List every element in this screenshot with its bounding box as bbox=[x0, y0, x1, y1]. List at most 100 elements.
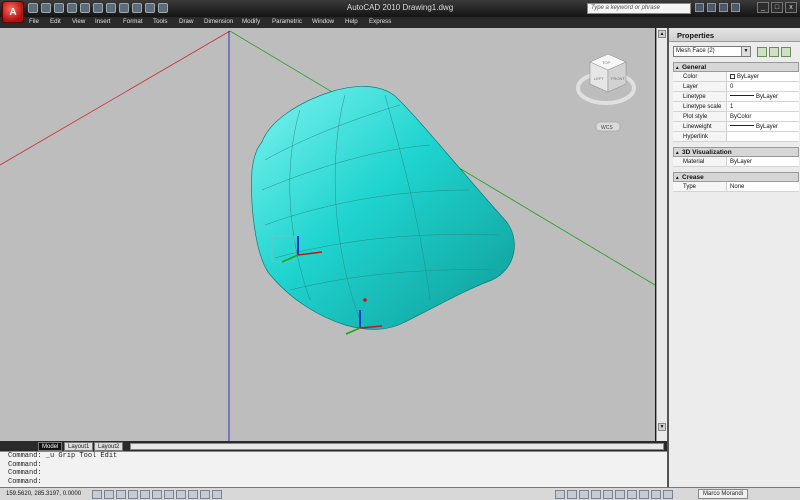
menu-parametric[interactable]: Parametric bbox=[272, 18, 302, 25]
quick-select-icon[interactable] bbox=[781, 47, 791, 57]
property-value[interactable] bbox=[727, 132, 730, 141]
menu-draw[interactable]: Draw bbox=[179, 18, 193, 25]
property-value[interactable]: 0 bbox=[727, 82, 733, 91]
help-icon[interactable] bbox=[731, 3, 740, 12]
coordinate-readout[interactable]: 159.5620, 285.3197, 0.0000 bbox=[6, 491, 81, 497]
model-icon[interactable] bbox=[555, 490, 565, 499]
model-space-canvas[interactable]: TOP LEFT FRONT WCS bbox=[0, 28, 655, 441]
property-row-hyperlink[interactable]: Hyperlink bbox=[673, 132, 799, 142]
undo-icon[interactable] bbox=[67, 3, 77, 13]
vertical-scrollbar[interactable]: ▲ ▼ bbox=[656, 28, 667, 441]
property-value[interactable]: ByLayer bbox=[727, 72, 759, 81]
object-type-dropdown[interactable]: Mesh Face (2) ▼ bbox=[673, 46, 751, 57]
tab-layout2[interactable]: Layout2 bbox=[94, 442, 124, 451]
menu-format[interactable]: Format bbox=[123, 18, 143, 25]
user-profile-label[interactable]: Marco Morandi bbox=[698, 489, 749, 499]
ortho-icon[interactable] bbox=[116, 490, 126, 499]
polar-icon[interactable] bbox=[128, 490, 138, 499]
snap-icon[interactable] bbox=[92, 490, 102, 499]
open-folder-icon[interactable] bbox=[41, 3, 51, 13]
search-input[interactable]: Type a keyword or phrase bbox=[587, 3, 691, 14]
section-crease-header[interactable]: ▴ Crease bbox=[673, 172, 799, 182]
osnap-icon[interactable] bbox=[140, 490, 150, 499]
property-row-color[interactable]: Color ByLayer bbox=[673, 72, 799, 82]
menu-file[interactable]: File bbox=[29, 18, 39, 25]
star-icon[interactable] bbox=[719, 3, 728, 12]
wcs-label[interactable]: WCS bbox=[601, 125, 613, 131]
tab-layout1[interactable]: Layout1 bbox=[64, 442, 94, 451]
menu-express[interactable]: Express bbox=[369, 18, 391, 25]
menu-dimension[interactable]: Dimension bbox=[204, 18, 233, 25]
scroll-down-arrow[interactable]: ▼ bbox=[658, 423, 666, 431]
menu-insert[interactable]: Insert bbox=[95, 18, 110, 25]
lineweight-icon[interactable] bbox=[200, 490, 210, 499]
horizontal-scrollbar[interactable] bbox=[130, 443, 664, 450]
property-name: Material bbox=[673, 157, 727, 166]
tab-model[interactable]: Model bbox=[38, 442, 63, 451]
lock-icon[interactable] bbox=[663, 490, 673, 499]
properties-title: Properties bbox=[669, 28, 800, 42]
section-general-header[interactable]: ▴ General bbox=[673, 62, 799, 72]
annotation-scale-icon[interactable] bbox=[627, 490, 637, 499]
communication-center-icon[interactable] bbox=[707, 3, 716, 12]
orbit-icon[interactable] bbox=[132, 3, 142, 13]
property-name: Linetype bbox=[673, 92, 727, 101]
application-menu-button[interactable]: A bbox=[2, 1, 24, 23]
select-objects-icon[interactable] bbox=[769, 47, 779, 57]
redo-icon[interactable] bbox=[80, 3, 90, 13]
menu-window[interactable]: Window bbox=[312, 18, 334, 25]
property-row-lineweight[interactable]: Lineweight ByLayer bbox=[673, 122, 799, 132]
property-value[interactable]: ByColor bbox=[727, 112, 751, 121]
infocenter-toolbar bbox=[695, 3, 740, 12]
property-row-linetype-scale[interactable]: Linetype scale 1 bbox=[673, 102, 799, 112]
close-button[interactable]: x bbox=[785, 2, 797, 13]
property-value[interactable]: ByLayer bbox=[727, 157, 752, 166]
pan-status-icon[interactable] bbox=[579, 490, 589, 499]
viewcube[interactable]: TOP LEFT FRONT WCS bbox=[576, 53, 636, 132]
property-value[interactable]: ByLayer bbox=[727, 92, 778, 101]
maximize-button[interactable]: □ bbox=[771, 2, 783, 13]
plot-icon[interactable] bbox=[93, 3, 103, 13]
dropdown-icon[interactable] bbox=[158, 3, 168, 13]
menu-tools[interactable]: Tools bbox=[153, 18, 167, 25]
property-value[interactable]: 1 bbox=[727, 102, 733, 111]
steering-wheel-icon[interactable] bbox=[603, 490, 613, 499]
command-input[interactable]: Command: bbox=[8, 478, 667, 487]
binoculars-icon[interactable] bbox=[695, 3, 704, 12]
quick-properties-icon[interactable] bbox=[212, 490, 222, 499]
mesh-solid[interactable] bbox=[251, 86, 515, 330]
menu-view[interactable]: View bbox=[72, 18, 85, 25]
save-icon[interactable] bbox=[54, 3, 64, 13]
grid-icon[interactable] bbox=[104, 490, 114, 499]
property-value[interactable]: ByLayer bbox=[727, 122, 778, 131]
command-line[interactable]: Command: _u Grip Tool Edit Command: Comm… bbox=[0, 451, 667, 487]
section-3d-visualization-header[interactable]: ▴ 3D Visualization bbox=[673, 147, 799, 157]
property-row-material[interactable]: Material ByLayer bbox=[673, 157, 799, 167]
property-row-linetype[interactable]: Linetype ByLayer bbox=[673, 92, 799, 102]
showmotion-icon[interactable] bbox=[615, 490, 625, 499]
pan-icon[interactable] bbox=[119, 3, 129, 13]
menu-help[interactable]: Help bbox=[345, 18, 358, 25]
chevron-down-icon[interactable]: ▼ bbox=[741, 47, 750, 56]
menu-modify[interactable]: Modify bbox=[242, 18, 260, 25]
zoom-icon[interactable] bbox=[106, 3, 116, 13]
property-row-type[interactable]: Type None bbox=[673, 182, 799, 192]
property-value[interactable]: None bbox=[727, 182, 744, 191]
ducs-icon[interactable] bbox=[176, 490, 186, 499]
properties-icon[interactable] bbox=[145, 3, 155, 13]
minimize-button[interactable]: _ bbox=[757, 2, 769, 13]
new-file-icon[interactable] bbox=[28, 3, 38, 13]
3d-osnap-icon[interactable] bbox=[152, 490, 162, 499]
dyn-icon[interactable] bbox=[188, 490, 198, 499]
drawing-viewport[interactable]: TOP LEFT FRONT WCS bbox=[0, 28, 655, 441]
toggle-pickadd-icon[interactable] bbox=[757, 47, 767, 57]
otrack-icon[interactable] bbox=[164, 490, 174, 499]
annotation-visibility-icon[interactable] bbox=[639, 490, 649, 499]
zoom-status-icon[interactable] bbox=[591, 490, 601, 499]
scroll-up-arrow[interactable]: ▲ bbox=[658, 30, 666, 38]
layout-icon[interactable] bbox=[567, 490, 577, 499]
property-row-layer[interactable]: Layer 0 bbox=[673, 82, 799, 92]
menu-edit[interactable]: Edit bbox=[50, 18, 61, 25]
property-row-plot-style[interactable]: Plot style ByColor bbox=[673, 112, 799, 122]
workspace-icon[interactable] bbox=[651, 490, 661, 499]
